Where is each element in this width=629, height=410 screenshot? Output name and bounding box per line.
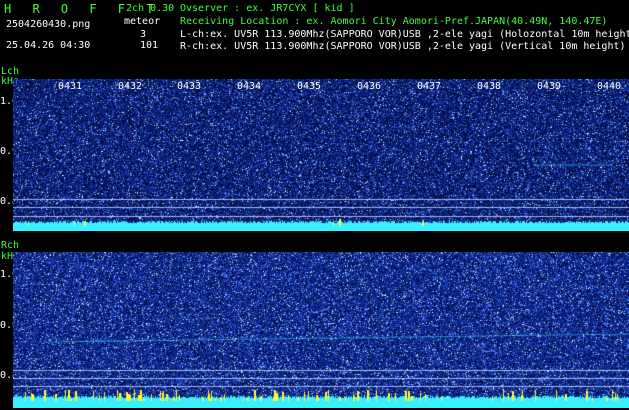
- observer-line: Ovserver : ex. JR7CYX [ kid ]: [180, 3, 355, 14]
- rch-spectrogram-canvas: [13, 252, 629, 408]
- rch-label: Rch: [1, 240, 20, 251]
- time-tick: 0439: [537, 81, 562, 92]
- time-tick: 0431: [58, 81, 83, 92]
- filename-label: 2504260430.png: [6, 19, 91, 30]
- lch-spectrogram-canvas: [13, 79, 629, 231]
- datetime-label: 25.04.26 04:30: [6, 40, 91, 51]
- lch-spectrogram: [13, 79, 629, 231]
- time-tick: 0436: [357, 81, 382, 92]
- time-tick: 0432: [118, 81, 143, 92]
- time-tick: 0440: [597, 81, 622, 92]
- rch-description: R-ch:ex. UV5R 113.900Mhz(SAPPORO VOR)USB…: [180, 41, 626, 52]
- version-label: 2ch 0.30: [126, 3, 175, 14]
- rch-spectrogram: [13, 252, 629, 408]
- lch-description: L-ch:ex. UV5R 113.900Mhz(SAPPORO VOR)USB…: [180, 29, 629, 40]
- rch-meteor-count: 101: [140, 40, 159, 51]
- time-tick: 0435: [297, 81, 322, 92]
- time-tick: 0433: [177, 81, 202, 92]
- time-tick: 0438: [477, 81, 502, 92]
- time-tick: 0437: [417, 81, 442, 92]
- location-line: Receiving Location : ex. Aomori City Aom…: [180, 16, 608, 27]
- lch-meteor-count: 3: [140, 29, 147, 40]
- meteor-count-label: meteor: [124, 16, 161, 27]
- time-tick: 0434: [237, 81, 262, 92]
